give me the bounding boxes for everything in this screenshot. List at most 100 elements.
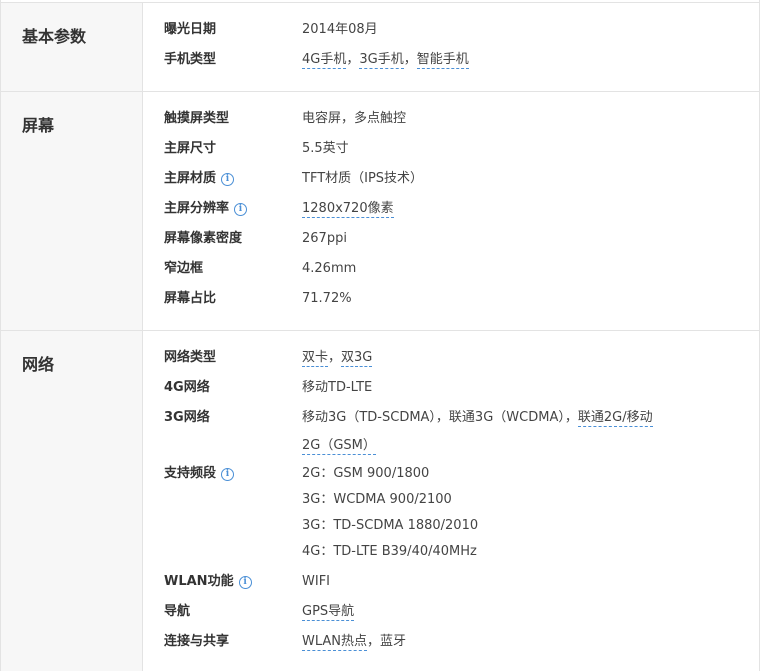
spec-value: GPS导航 (302, 602, 722, 630)
spec-value-line: GPS导航 (302, 602, 722, 630)
spec-label-text: 主屏材质 (164, 171, 217, 186)
spec-value: WIFI (302, 572, 722, 600)
spec-label: 主屏分辨率 i (164, 199, 248, 219)
spec-value-text: 5.5英寸 (302, 141, 349, 156)
spec-value-line: WLAN热点，蓝牙 (302, 632, 722, 660)
spec-value-line: 4.26mm (302, 259, 722, 287)
spec-value-text: 2014年08月 (302, 22, 378, 37)
spec-row: 屏幕像素密度 267ppi (164, 229, 744, 251)
spec-value: 双卡，双3G (302, 348, 722, 376)
spec-value-link[interactable]: WLAN热点 (302, 634, 368, 651)
spec-row: WLAN功能 i WIFI (164, 572, 744, 594)
spec-value-line: 3G：WCDMA 900/2100 (302, 492, 452, 507)
spec-label-text: 窄边框 (164, 261, 204, 276)
spec-value: 电容屏，多点触控 (302, 109, 722, 137)
spec-value-text: ， (346, 52, 360, 67)
category-title: 网络 (22, 355, 55, 374)
spec-value-link[interactable]: 2G（GSM） (302, 438, 376, 455)
spec-value-line: 267ppi (302, 229, 722, 257)
spec-value: 4.26mm (302, 259, 722, 287)
spec-value-line: 4G手机，3G手机，智能手机 (302, 50, 722, 78)
spec-label-text: 屏幕占比 (164, 291, 217, 306)
spec-label-text: 导航 (164, 604, 191, 619)
spec-value-line: 电容屏，多点触控 (302, 109, 722, 137)
spec-value-line: 移动3G（TD-SCDMA），联通3G（WCDMA），联通2G/移动 (302, 408, 722, 436)
spec-value: 2G：GSM 900/1800 3G：WCDMA 900/2100 3G：TD-SC… (302, 464, 722, 568)
spec-label-text: 连接与共享 (164, 634, 230, 649)
spec-label: 4G网络 (164, 378, 210, 398)
spec-value-line: 4G：TD-LTE B39/40/40MHz (302, 544, 477, 559)
spec-value-link[interactable]: GPS导航 (302, 604, 355, 621)
info-icon[interactable]: i (234, 203, 248, 216)
spec-value-line: 1280x720像素 (302, 199, 722, 227)
spec-value-link[interactable]: 4G手机 (302, 52, 347, 69)
spec-label-text: WLAN功能 (164, 574, 234, 589)
spec-row: 导航 GPS导航 (164, 602, 744, 624)
spec-label-text: 曝光日期 (164, 22, 217, 37)
spec-label: 支持频段 i (164, 464, 235, 484)
spec-label: 导航 (164, 602, 190, 622)
spec-value: 5.5英寸 (302, 139, 722, 167)
spec-value-link[interactable]: 双卡 (302, 350, 329, 367)
spec-row: 曝光日期 2014年08月 (164, 20, 744, 42)
spec-value-text: 4.26mm (302, 261, 357, 276)
spec-label: 屏幕占比 (164, 289, 216, 309)
spec-label: 手机类型 (164, 50, 216, 70)
spec-label: WLAN功能 i (164, 572, 252, 592)
spec-row: 支持频段 i 2G：GSM 900/1800 3G：WCDMA 900/2100 3G：… (164, 464, 744, 559)
spec-value-link[interactable]: 3G手机 (359, 52, 404, 69)
spec-value-text: ， (328, 350, 342, 365)
category-cell: 基本参数 (1, 3, 143, 91)
spec-label-text: 主屏分辨率 (164, 201, 230, 216)
spec-row: 连接与共享 WLAN热点，蓝牙 (164, 632, 744, 654)
spec-label-text: 手机类型 (164, 52, 217, 67)
spec-value-line: 3G：TD-SCDMA 1880/2010 (302, 518, 479, 533)
category-cell: 屏幕 (1, 92, 143, 331)
spec-row: 3G网络 移动3G（TD-SCDMA），联通3G（WCDMA），联通2G/移动 2G… (164, 408, 744, 455)
spec-row: 主屏分辨率 i 1280x720像素 (164, 199, 744, 221)
spec-value-text: 移动TD-LTE (302, 380, 373, 395)
spec-value-line: 71.72% (302, 289, 722, 317)
info-icon[interactable]: i (221, 173, 235, 186)
spec-label-text: 3G网络 (164, 410, 210, 425)
spec-label: 屏幕像素密度 (164, 229, 242, 249)
spec-label-text: 主屏尺寸 (164, 141, 217, 156)
spec-value: 移动TD-LTE (302, 378, 722, 406)
spec-row: 主屏尺寸 5.5英寸 (164, 139, 744, 161)
spec-value-text: ，蓝牙 (367, 634, 407, 649)
spec-row: 手机类型 4G手机，3G手机，智能手机 (164, 50, 744, 72)
spec-value-link[interactable]: 联通2G/移动 (577, 410, 653, 427)
spec-value-line: WIFI (302, 572, 722, 600)
spec-label-text: 网络类型 (164, 350, 217, 365)
spec-value-text: 电容屏，多点触控 (302, 111, 407, 126)
spec-label: 曝光日期 (164, 20, 216, 40)
spec-value-link[interactable]: 1280x720像素 (302, 201, 394, 218)
category-cell: 网络 (1, 331, 143, 671)
spec-value: TFT材质（IPS技术） (302, 169, 722, 197)
spec-value-line: 2G（GSM） (302, 436, 722, 462)
spec-row: 4G网络 移动TD-LTE (164, 378, 744, 400)
spec-value: 1280x720像素 (302, 199, 722, 227)
spec-value-line: 5.5英寸 (302, 139, 722, 167)
spec-value: 2014年08月 (302, 20, 722, 48)
spec-label: 触摸屏类型 (164, 109, 229, 129)
info-icon[interactable]: i (221, 468, 235, 481)
spec-label-text: 触摸屏类型 (164, 111, 230, 126)
spec-value-text: 71.72% (302, 291, 352, 306)
spec-row: 主屏材质 i TFT材质（IPS技术） (164, 169, 744, 191)
category-title: 屏幕 (22, 116, 55, 135)
category-title: 基本参数 (22, 27, 87, 46)
spec-label-text: 屏幕像素密度 (164, 231, 243, 246)
spec-label: 3G网络 (164, 408, 210, 428)
spec-value-line: TFT材质（IPS技术） (302, 169, 722, 197)
spec-value-text: ， (403, 52, 417, 67)
spec-value-line: 2014年08月 (302, 20, 722, 48)
spec-row: 网络类型 双卡，双3G (164, 348, 744, 370)
spec-value: 71.72% (302, 289, 722, 317)
spec-value-link[interactable]: 双3G (341, 350, 373, 367)
info-icon[interactable]: i (238, 576, 252, 589)
spec-label-text: 支持频段 (164, 466, 217, 481)
spec-value-link[interactable]: 智能手机 (416, 52, 469, 69)
spec-row: 屏幕占比 71.72% (164, 289, 744, 311)
spec-row: 触摸屏类型 电容屏，多点触控 (164, 109, 744, 131)
